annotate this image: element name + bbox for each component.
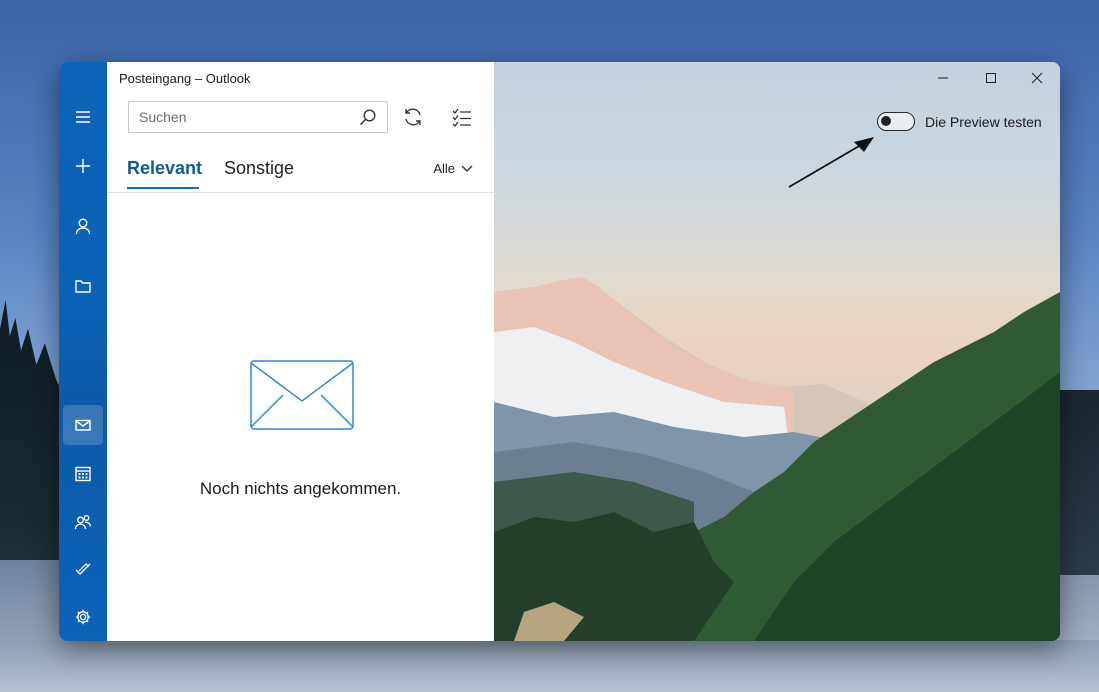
close-button[interactable]: [1022, 68, 1052, 88]
annotation-arrow: [788, 137, 874, 188]
reading-pane-background: Die Preview testen: [494, 62, 1060, 641]
search-input[interactable]: [129, 102, 354, 132]
todo-icon: [75, 563, 91, 575]
envelope-icon: [250, 360, 354, 430]
mail-nav-button[interactable]: [63, 405, 103, 445]
minimize-button[interactable]: [928, 68, 958, 88]
gear-icon: [75, 609, 91, 625]
window-title: Posteingang – Outlook: [119, 71, 251, 86]
tab-relevant[interactable]: Relevant: [127, 158, 202, 179]
calendar-icon: [75, 466, 91, 482]
toggle-knob: [881, 116, 891, 126]
tab-relevant-indicator: [127, 187, 199, 189]
desktop-wallpaper-bottom: [0, 640, 1099, 692]
search-icon[interactable]: [359, 108, 377, 126]
message-list-pane: Posteingang – Outlook Relevant Sonstige …: [107, 62, 494, 641]
maximize-button[interactable]: [976, 68, 1006, 88]
folders-button[interactable]: [59, 266, 107, 306]
minimize-icon: [938, 77, 948, 79]
todo-nav-button[interactable]: [59, 549, 107, 589]
mail-icon: [75, 419, 91, 431]
preview-toggle[interactable]: [877, 112, 915, 131]
hamburger-menu-button[interactable]: [59, 97, 107, 137]
settings-nav-button[interactable]: [59, 597, 107, 637]
hamburger-menu-icon: [76, 111, 90, 123]
filter-label: Alle: [433, 161, 455, 176]
sync-icon[interactable]: [402, 106, 424, 128]
people-nav-button[interactable]: [59, 502, 107, 542]
desktop-wallpaper-hill: [1059, 390, 1099, 580]
accounts-button[interactable]: [59, 206, 107, 246]
maximize-icon: [986, 73, 996, 83]
preview-toggle-label: Die Preview testen: [925, 114, 1042, 130]
empty-state-message: Noch nichts angekommen.: [199, 479, 402, 498]
landscape-image: [494, 277, 1060, 641]
chevron-down-icon: [461, 165, 473, 172]
person-icon: [75, 218, 91, 235]
calendar-nav-button[interactable]: [59, 454, 107, 494]
folder-icon: [75, 280, 91, 293]
list-divider: [107, 192, 494, 193]
search-box[interactable]: [128, 101, 388, 133]
close-icon: [1031, 72, 1043, 84]
navigation-rail: [59, 62, 107, 641]
outlook-window: Posteingang – Outlook Relevant Sonstige …: [59, 62, 1060, 641]
people-icon: [74, 515, 92, 530]
select-mode-icon[interactable]: [451, 106, 473, 128]
new-mail-button[interactable]: [59, 146, 107, 186]
plus-icon: [76, 159, 90, 173]
tab-other[interactable]: Sonstige: [224, 158, 294, 179]
filter-dropdown[interactable]: Alle: [433, 161, 473, 176]
